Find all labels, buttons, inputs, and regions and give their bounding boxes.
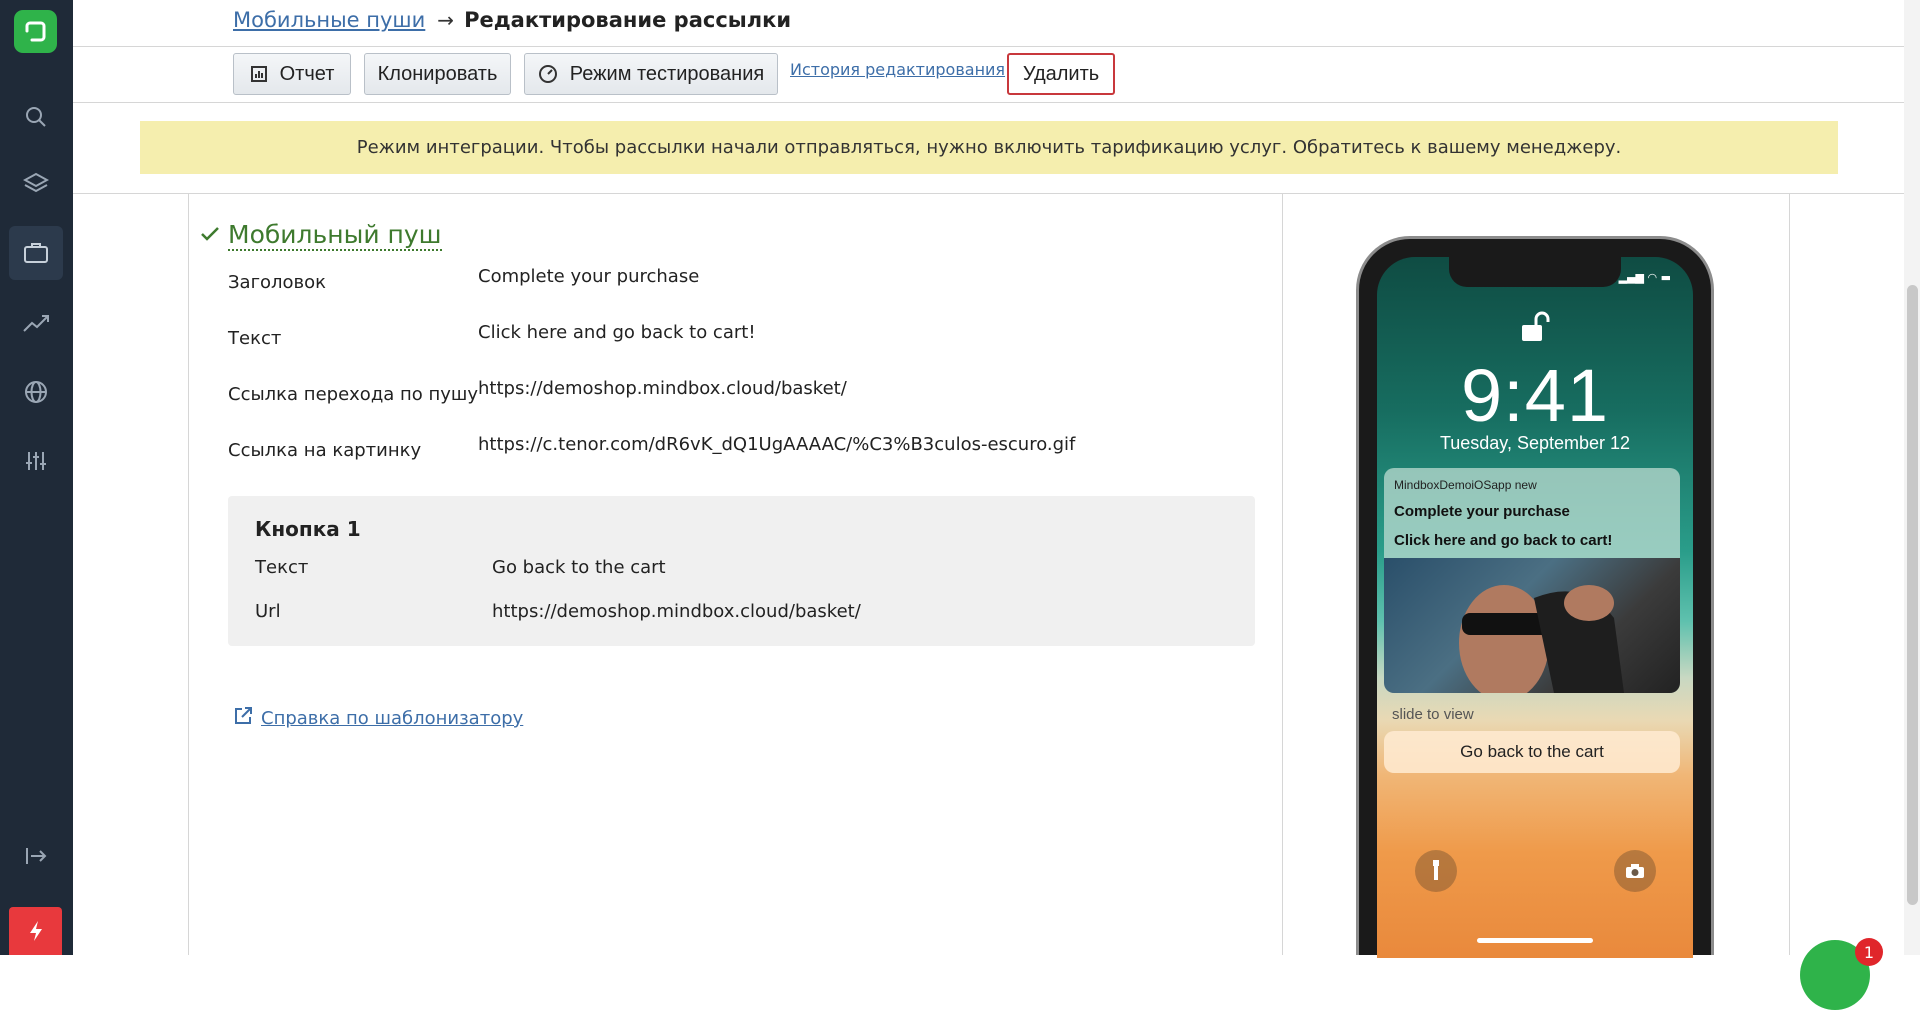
- lockscreen-time: 9:41: [1460, 354, 1610, 437]
- button-1-text-value: Go back to the cart: [492, 557, 666, 578]
- briefcase-icon[interactable]: [9, 226, 63, 280]
- notification-app-name: MindboxDemoiOSapp new: [1394, 478, 1537, 492]
- report-icon: [250, 65, 268, 83]
- button-1-title: Кнопка 1: [255, 517, 361, 541]
- report-button[interactable]: Отчет: [233, 53, 351, 95]
- button-1-url-label: Url: [255, 601, 281, 622]
- scrollbar-track[interactable]: [1904, 0, 1920, 955]
- breadcrumb-parent-link[interactable]: Мобильные пуши: [233, 8, 425, 32]
- button-1-box: Кнопка 1 Текст Go back to the cart Url h…: [228, 496, 1255, 646]
- search-icon[interactable]: [9, 90, 63, 144]
- notification-action-label: Go back to the cart: [1460, 742, 1604, 761]
- scrollbar-thumb[interactable]: [1907, 285, 1918, 905]
- help-link[interactable]: Справка по шаблонизатору: [233, 706, 523, 731]
- globe-icon[interactable]: [9, 365, 63, 419]
- section-title[interactable]: Мобильный пуш: [228, 221, 442, 251]
- phone-screen: ▂▄▆ ◠ ▬ 9:41 Tuesday, September 12 Mindb…: [1377, 257, 1693, 958]
- lock-icon: [1518, 309, 1552, 349]
- flashlight-icon: [1415, 850, 1457, 892]
- report-button-label: Отчет: [279, 62, 335, 85]
- field-label: Текст: [228, 328, 282, 349]
- test-mode-button[interactable]: Режим тестирования: [524, 53, 778, 95]
- phone-notch: [1449, 257, 1621, 287]
- speedometer-icon: [538, 64, 558, 84]
- integration-banner: Режим интеграции. Чтобы рассылки начали …: [140, 121, 1838, 174]
- clone-button[interactable]: Клонировать: [364, 53, 511, 95]
- status-icons: ▂▄▆ ◠ ▬: [1618, 271, 1671, 284]
- home-indicator: [1477, 938, 1593, 943]
- field-label: Заголовок: [228, 272, 327, 293]
- notification-text: Click here and go back to cart!: [1394, 532, 1613, 549]
- page-title: Редактирование рассылки: [464, 8, 792, 32]
- clone-button-label: Клонировать: [377, 62, 498, 85]
- test-mode-button-label: Режим тестирования: [569, 62, 765, 85]
- divider: [73, 102, 1920, 103]
- button-1-url-value: https://demoshop.mindbox.cloud/basket/: [492, 601, 861, 622]
- field-value: Click here and go back to cart!: [478, 322, 756, 343]
- delete-button[interactable]: Удалить: [1007, 53, 1115, 95]
- notification-action-button[interactable]: Go back to the cart: [1384, 731, 1680, 773]
- collapse-icon[interactable]: [9, 829, 63, 883]
- sidebar: [0, 0, 73, 955]
- breadcrumb: Мобильные пуши → Редактирование рассылки: [233, 8, 791, 32]
- lockscreen-date: Tuesday, September 12: [1439, 433, 1631, 453]
- trend-icon[interactable]: [9, 296, 63, 350]
- logo-icon[interactable]: [14, 10, 57, 53]
- field-value: https://c.tenor.com/dR6vK_dQ1UgAAAAC/%C3…: [478, 434, 1076, 455]
- notification-title: Complete your purchase: [1394, 503, 1570, 520]
- arrow-right-icon: →: [437, 8, 455, 32]
- history-link[interactable]: История редактирования: [790, 60, 1005, 79]
- slide-to-view-hint: slide to view: [1392, 706, 1474, 723]
- notification-image: [1384, 558, 1680, 693]
- button-1-text-label: Текст: [255, 557, 309, 578]
- field-label: Ссылка на картинку: [228, 440, 422, 461]
- field-label: Ссылка перехода по пушу: [228, 384, 479, 405]
- camera-icon: [1614, 850, 1656, 892]
- divider: [73, 46, 1920, 47]
- external-link-icon: [233, 706, 253, 731]
- delete-button-label: Удалить: [1022, 62, 1100, 85]
- phone-preview: ▂▄▆ ◠ ▬ 9:41 Tuesday, September 12 Mindb…: [1356, 236, 1714, 958]
- push-notification: MindboxDemoiOSapp new Complete your purc…: [1384, 468, 1680, 693]
- help-link-label: Справка по шаблонизатору: [261, 708, 524, 729]
- field-value: https://demoshop.mindbox.cloud/basket/: [478, 378, 847, 399]
- check-icon: [200, 226, 220, 246]
- flash-icon[interactable]: [9, 907, 62, 955]
- layers-icon[interactable]: [9, 157, 63, 211]
- sliders-icon[interactable]: [9, 434, 63, 488]
- chat-unread-badge: 1: [1855, 938, 1883, 966]
- banner-text: Режим интеграции. Чтобы рассылки начали …: [356, 137, 1622, 158]
- field-value: Complete your purchase: [478, 266, 700, 287]
